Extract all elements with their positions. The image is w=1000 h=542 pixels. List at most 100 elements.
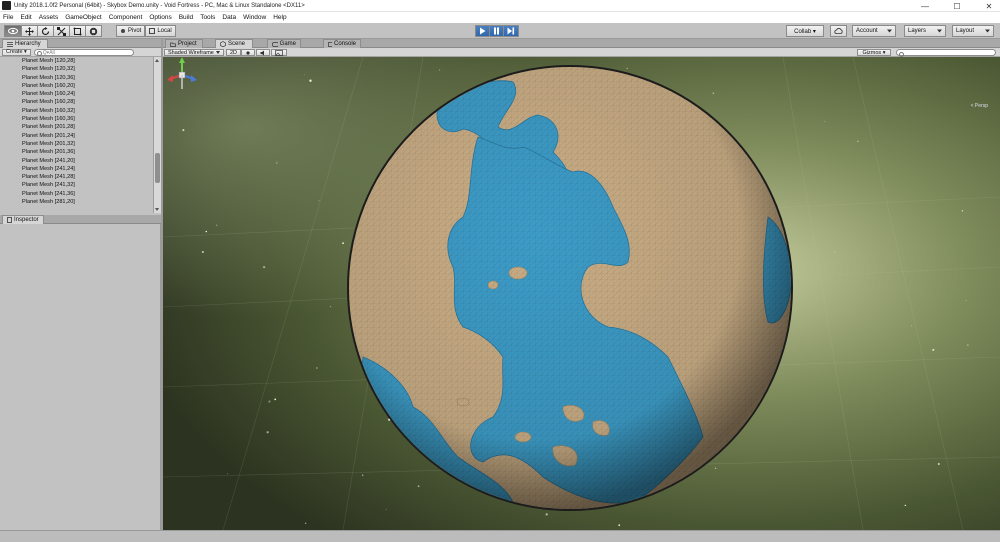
tab-project[interactable]: Project xyxy=(165,39,203,48)
layout-label: Layout xyxy=(956,28,975,34)
tab-hierarchy[interactable]: Hierarchy xyxy=(2,39,48,48)
hierarchy-item[interactable]: Planet Mesh [160,36] xyxy=(0,115,153,123)
menu-component[interactable]: Component xyxy=(109,14,143,21)
rotate-tool-button[interactable] xyxy=(37,25,54,37)
scroll-up-icon[interactable] xyxy=(155,59,159,62)
hierarchy-item[interactable]: Planet Mesh [241,32] xyxy=(0,181,153,189)
maximize-button[interactable]: ☐ xyxy=(950,2,964,11)
transform-tool-button[interactable] xyxy=(85,25,102,37)
menu-window[interactable]: Window xyxy=(243,14,266,21)
account-label: Account xyxy=(856,28,878,34)
hierarchy-item[interactable]: Planet Mesh [160,24] xyxy=(0,90,153,98)
hierarchy-item[interactable]: Planet Mesh [281,20] xyxy=(0,198,153,206)
star xyxy=(361,474,364,476)
scene-search-input[interactable] xyxy=(896,49,996,57)
tab-console[interactable]: Console xyxy=(323,39,361,48)
hierarchy-item[interactable]: Planet Mesh [120,28] xyxy=(0,57,153,65)
local-toggle[interactable]: Local xyxy=(145,25,176,37)
star xyxy=(227,473,229,475)
menu-build[interactable]: Build xyxy=(179,14,193,21)
chevron-down-icon xyxy=(216,51,220,54)
menu-tools[interactable]: Tools xyxy=(200,14,215,21)
gizmos-dropdown[interactable]: Gizmos ▾ xyxy=(857,49,891,56)
effects-dropdown[interactable] xyxy=(271,49,287,56)
shading-mode-dropdown[interactable]: Shaded Wireframe xyxy=(164,49,224,56)
menu-help[interactable]: Help xyxy=(273,14,286,21)
scene-viewport[interactable]: < Persp xyxy=(163,57,1000,530)
hierarchy-scrollbar[interactable] xyxy=(153,57,161,213)
star xyxy=(342,242,345,245)
star xyxy=(182,129,185,132)
hierarchy-item[interactable]: Planet Mesh [241,24] xyxy=(0,165,153,173)
hierarchy-item[interactable]: Planet Mesh [120,32] xyxy=(0,65,153,73)
hand-tool-button[interactable] xyxy=(4,25,22,37)
account-group: Account xyxy=(852,25,896,37)
speaker-icon xyxy=(260,50,264,55)
hierarchy-item[interactable]: Planet Mesh [201,28] xyxy=(0,123,153,131)
hierarchy-item[interactable]: Planet Mesh [120,36] xyxy=(0,74,153,82)
scroll-down-icon[interactable] xyxy=(155,208,159,211)
transform-icon xyxy=(89,27,98,35)
hierarchy-item[interactable]: Planet Mesh [201,36] xyxy=(0,148,153,156)
pivot-toggle[interactable]: Pivot xyxy=(116,25,146,37)
rotate-icon xyxy=(41,26,50,35)
window-title: Unity 2018.1.0f2 Personal (64bit) - Skyb… xyxy=(14,2,305,9)
create-dropdown[interactable]: Create ▾ xyxy=(2,48,31,56)
hierarchy-item[interactable]: Planet Mesh [241,36] xyxy=(0,190,153,198)
menu-options[interactable]: Options xyxy=(149,14,171,21)
menu-bar: File Edit Assets GameObject Component Op… xyxy=(0,12,1000,23)
pause-button[interactable] xyxy=(489,25,504,37)
hierarchy-item[interactable]: Planet Mesh [160,28] xyxy=(0,98,153,106)
local-icon xyxy=(149,28,156,34)
menu-data[interactable]: Data xyxy=(222,14,236,21)
cloud-button[interactable] xyxy=(830,25,847,37)
audio-toggle[interactable] xyxy=(256,49,270,56)
tab-inspector[interactable]: Inspector xyxy=(2,215,44,224)
hierarchy-item[interactable]: Planet Mesh [201,32] xyxy=(0,140,153,148)
shading-mode-label: Shaded Wireframe xyxy=(168,49,214,56)
hierarchy-item[interactable]: Planet Mesh [160,20] xyxy=(0,82,153,90)
menu-assets[interactable]: Assets xyxy=(39,14,59,21)
sun-icon xyxy=(246,50,250,55)
mode-2d-toggle[interactable]: 2D xyxy=(226,49,242,56)
play-button[interactable] xyxy=(475,25,490,37)
scene-render xyxy=(163,57,1000,530)
tab-scene[interactable]: Scene xyxy=(215,39,253,48)
collab-dropdown[interactable]: Collab ▾ xyxy=(786,25,824,37)
tab-console-label: Console xyxy=(333,41,356,47)
star xyxy=(439,69,441,71)
scene-icon xyxy=(220,41,226,47)
tab-game-label: Game xyxy=(279,41,296,47)
hierarchy-search-input[interactable]: Q▾All xyxy=(33,48,134,56)
hierarchy-item[interactable]: Planet Mesh [241,28] xyxy=(0,173,153,181)
scale-tool-button[interactable] xyxy=(53,25,70,37)
menu-gameobject[interactable]: GameObject xyxy=(65,14,102,21)
step-button[interactable] xyxy=(503,25,519,37)
step-icon xyxy=(507,27,515,35)
account-dropdown[interactable]: Account xyxy=(852,25,896,37)
close-button[interactable]: ✕ xyxy=(982,2,996,11)
star xyxy=(967,344,969,346)
star xyxy=(824,121,826,123)
minimize-button[interactable]: — xyxy=(918,2,932,11)
layers-dropdown[interactable]: Layers xyxy=(904,25,946,37)
move-tool-button[interactable] xyxy=(21,25,38,37)
hierarchy-item[interactable]: Planet Mesh [160,32] xyxy=(0,107,153,115)
hierarchy-item[interactable]: Planet Mesh [201,24] xyxy=(0,132,153,140)
hierarchy-list: Planet Mesh [120,28] Planet Mesh [120,32]… xyxy=(0,57,153,213)
layout-dropdown[interactable]: Layout xyxy=(952,25,994,37)
orientation-gizmo-icon[interactable] xyxy=(163,57,201,107)
scrollbar-thumb[interactable] xyxy=(155,153,160,183)
projection-label[interactable]: < Persp xyxy=(971,103,988,109)
pivot-label: Pivot xyxy=(128,28,142,34)
pivot-group: Pivot Local xyxy=(116,25,176,37)
hierarchy-item[interactable]: Planet Mesh [241,20] xyxy=(0,157,153,165)
menu-edit[interactable]: Edit xyxy=(20,14,31,21)
menu-file[interactable]: File xyxy=(3,14,13,21)
rect-tool-button[interactable] xyxy=(69,25,86,37)
cloud-group xyxy=(830,25,847,37)
chevron-down-icon xyxy=(937,29,942,33)
lighting-toggle[interactable] xyxy=(241,49,255,56)
tab-game[interactable]: Game xyxy=(267,39,301,48)
star xyxy=(385,508,387,510)
